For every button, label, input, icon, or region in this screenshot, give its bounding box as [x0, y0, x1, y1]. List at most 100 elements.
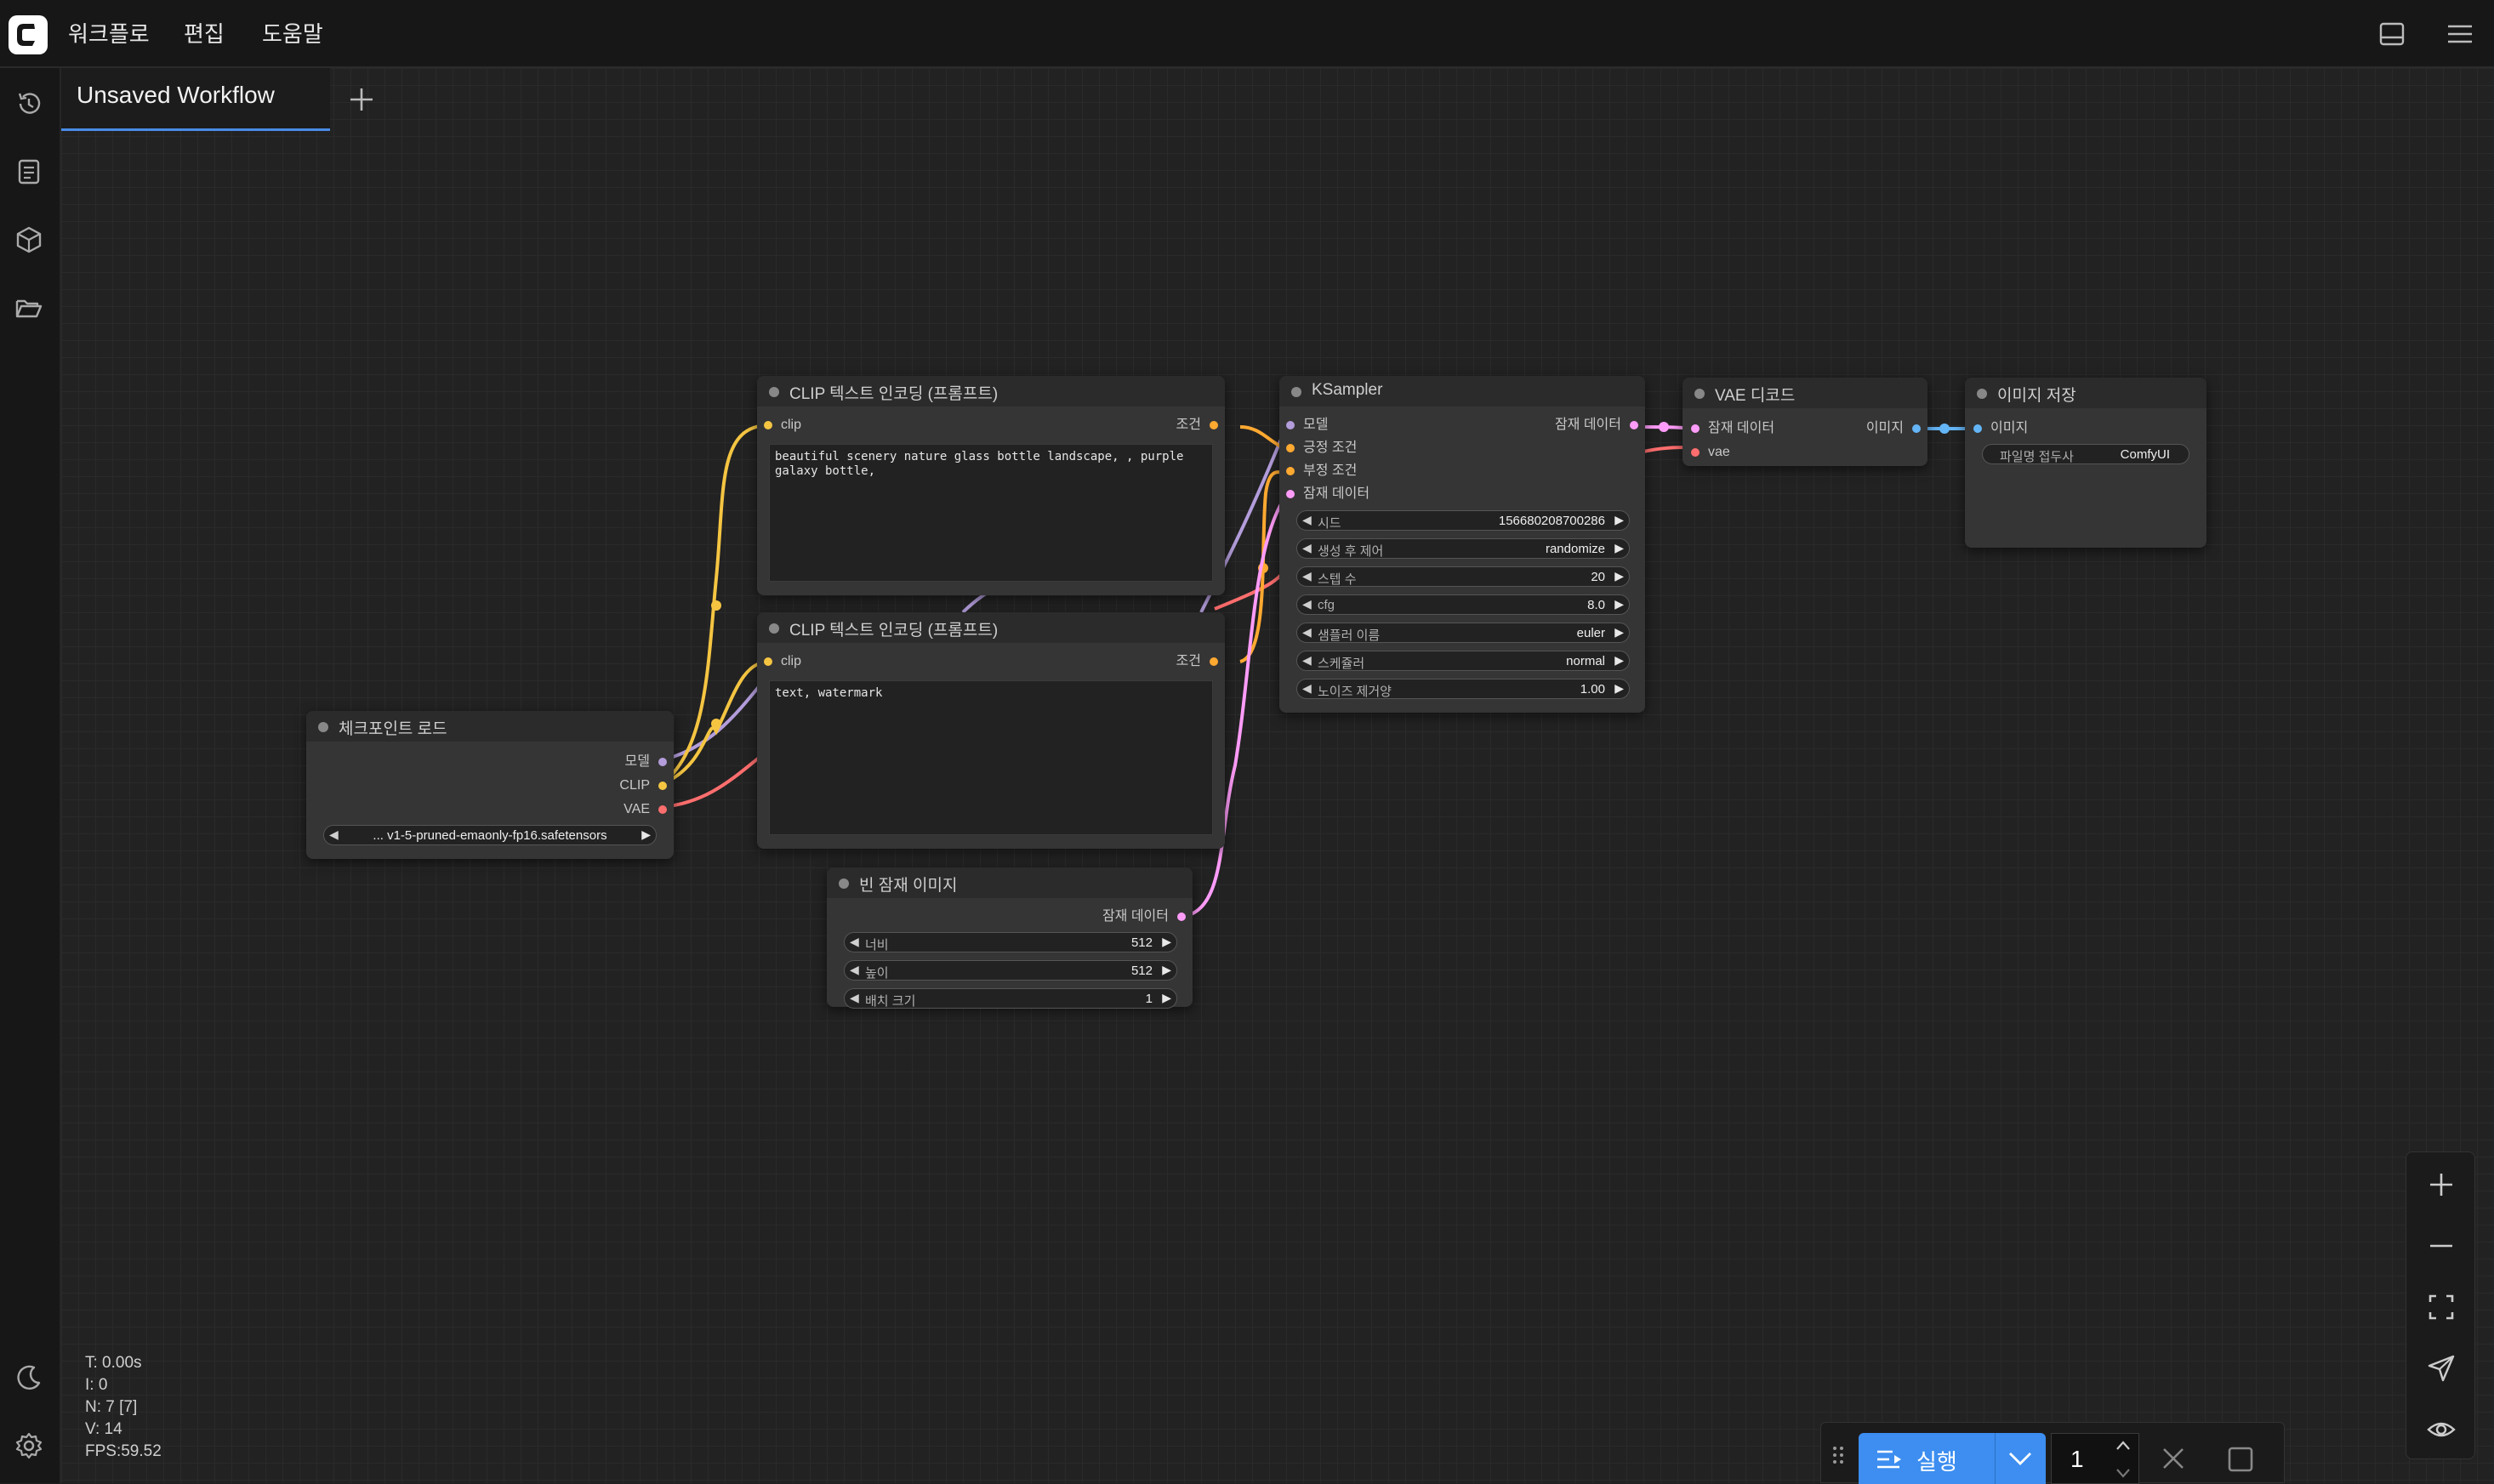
fit-view-icon[interactable] [2426, 1292, 2457, 1322]
slot-dot-icon[interactable] [1286, 444, 1295, 452]
slot-dot-icon[interactable] [1286, 421, 1295, 429]
arrow-left-icon[interactable]: ◀ [1302, 653, 1312, 668]
node-checkpoint-loader[interactable]: 체크포인트 로드 모델 CLIP VAE ◀ ... v1-5-pruned-e… [306, 711, 674, 859]
theme-moon-icon[interactable] [14, 1362, 44, 1393]
slot-dot-icon[interactable] [764, 421, 772, 429]
slot-dot-icon[interactable] [1286, 490, 1295, 498]
input-slot-clip[interactable]: clip [764, 417, 801, 434]
slot-dot-icon[interactable] [764, 657, 772, 666]
bottom-panel-toggle-icon[interactable] [2377, 19, 2407, 49]
arrow-right-icon[interactable]: ▶ [1162, 935, 1171, 949]
select-pointer-icon[interactable] [2426, 1353, 2457, 1384]
widget-seed[interactable]: ◀ 시드 156680208700286 ▶ [1296, 510, 1630, 531]
arrow-left-icon[interactable]: ◀ [1302, 597, 1312, 611]
increment-chevron-up-icon[interactable] [2115, 1439, 2132, 1453]
widget-steps[interactable]: ◀ 스텝 수 20 ▶ [1296, 566, 1630, 587]
arrow-left-icon[interactable]: ◀ [850, 991, 859, 1005]
slot-dot-icon[interactable] [1630, 421, 1638, 429]
input-slot-latent[interactable]: 잠재 데이터 [1286, 486, 1369, 503]
node-vae-decode[interactable]: VAE 디코드 잠재 데이터 vae 이미지 [1683, 378, 1927, 466]
widget-filename-prefix[interactable]: 파일명 접두사 ComfyUI [1982, 444, 2189, 464]
node-title-bar[interactable]: VAE 디코드 [1683, 378, 1927, 408]
decrement-chevron-down-icon[interactable] [2115, 1466, 2132, 1480]
collapse-dot-icon[interactable] [1977, 389, 1987, 399]
collapse-dot-icon[interactable] [1694, 389, 1705, 399]
collapse-dot-icon[interactable] [769, 387, 779, 397]
toggle-link-visibility-eye-icon[interactable] [2426, 1414, 2457, 1445]
arrow-left-icon[interactable]: ◀ [1302, 541, 1312, 555]
node-title-bar[interactable]: KSampler [1279, 376, 1645, 407]
arrow-left-icon[interactable]: ◀ [850, 935, 859, 949]
node-title-bar[interactable]: CLIP 텍스트 인코딩 (프롬프트) [757, 612, 1225, 643]
widget-scheduler[interactable]: ◀ 스케쥴러 normal ▶ [1296, 651, 1630, 671]
cancel-close-icon[interactable] [2160, 1445, 2187, 1472]
slot-dot-icon[interactable] [658, 782, 667, 790]
node-title-bar[interactable]: 체크포인트 로드 [306, 711, 674, 742]
node-save-image[interactable]: 이미지 저장 이미지 파일명 접두사 ComfyUI [1965, 378, 2206, 548]
run-mode-chevron-down-icon[interactable] [2007, 1447, 2034, 1470]
input-slot-positive[interactable]: 긍정 조건 [1286, 440, 1357, 457]
widget-control-after-generate[interactable]: ◀ 생성 후 제어 randomize ▶ [1296, 538, 1630, 559]
zoom-out-minus-icon[interactable] [2426, 1231, 2457, 1261]
settings-gear-icon[interactable] [14, 1430, 44, 1461]
arrow-left-icon[interactable]: ◀ [1302, 513, 1312, 527]
slot-dot-icon[interactable] [1210, 657, 1218, 666]
input-slot-clip[interactable]: clip [764, 653, 801, 670]
menu-workflow[interactable]: 워크플로 [68, 19, 150, 49]
zoom-in-plus-icon[interactable] [2426, 1169, 2457, 1200]
arrow-right-icon[interactable]: ▶ [1614, 541, 1624, 555]
arrow-right-icon[interactable]: ▶ [1162, 963, 1171, 977]
arrow-right-icon[interactable]: ▶ [1614, 681, 1624, 696]
node-library-icon[interactable] [14, 156, 44, 187]
arrow-right-icon[interactable]: ▶ [1614, 597, 1624, 611]
input-slot-latent[interactable]: 잠재 데이터 [1691, 420, 1774, 437]
node-clip-text-encode-negative[interactable]: CLIP 텍스트 인코딩 (프롬프트) clip 조건 text, waterm… [757, 612, 1225, 849]
graph-canvas[interactable]: Unsaved Workflow CLIP 텍스트 인코딩 (프롬프트) cli… [61, 68, 2494, 1483]
prompt-textarea[interactable]: text, watermark [769, 680, 1213, 835]
workflows-folder-icon[interactable] [14, 293, 44, 323]
comfyui-logo-icon[interactable] [9, 15, 48, 54]
node-clip-text-encode-positive[interactable]: CLIP 텍스트 인코딩 (프롬프트) clip 조건 beautiful sc… [757, 376, 1225, 595]
hamburger-menu-icon[interactable] [2445, 19, 2475, 49]
output-slot-latent[interactable]: 잠재 데이터 [1102, 908, 1186, 925]
slot-dot-icon[interactable] [1912, 424, 1921, 433]
output-slot-conditioning[interactable]: 조건 [1176, 653, 1218, 670]
node-title-bar[interactable]: 빈 잠재 이미지 [827, 867, 1193, 898]
node-ksampler[interactable]: KSampler 모델 긍정 조건 부정 조건 잠재 데이터 잠재 데이터 ◀ 시… [1279, 376, 1645, 713]
slot-dot-icon[interactable] [1691, 424, 1700, 433]
menu-edit[interactable]: 편집 [184, 19, 225, 49]
arrow-right-icon[interactable]: ▶ [1614, 569, 1624, 583]
drag-handle-icon[interactable] [1831, 1445, 1845, 1465]
slot-dot-icon[interactable] [658, 758, 667, 766]
collapse-dot-icon[interactable] [1291, 387, 1301, 397]
output-slot-model[interactable]: 모델 [625, 753, 667, 770]
arrow-left-icon[interactable]: ◀ [1302, 569, 1312, 583]
widget-width[interactable]: ◀ 너비 512 ▶ [844, 932, 1177, 952]
output-slot-image[interactable]: 이미지 [1866, 420, 1921, 437]
node-empty-latent-image[interactable]: 빈 잠재 이미지 잠재 데이터 ◀ 너비 512 ▶ ◀ 높이 512 ▶ ◀ 배치 크기 1 ▶ [827, 867, 1193, 1009]
output-slot-clip[interactable]: CLIP [619, 777, 667, 794]
model-library-cube-icon[interactable] [14, 225, 44, 255]
widget-denoise[interactable]: ◀ 노이즈 제거양 1.00 ▶ [1296, 679, 1630, 699]
arrow-right-icon[interactable]: ▶ [1162, 991, 1171, 1005]
queue-history-icon[interactable] [14, 88, 44, 119]
output-slot-conditioning[interactable]: 조건 [1176, 417, 1218, 434]
collapse-dot-icon[interactable] [769, 623, 779, 634]
slot-dot-icon[interactable] [1177, 913, 1186, 921]
arrow-right-icon[interactable]: ▶ [641, 827, 651, 842]
widget-sampler-name[interactable]: ◀ 샘플러 이름 euler ▶ [1296, 623, 1630, 643]
arrow-left-icon[interactable]: ◀ [1302, 681, 1312, 696]
slot-dot-icon[interactable] [658, 805, 667, 814]
node-title-bar[interactable]: 이미지 저장 [1965, 378, 2206, 408]
batch-count-stepper[interactable]: 1 [2051, 1433, 2139, 1484]
input-slot-negative[interactable]: 부정 조건 [1286, 463, 1357, 480]
menu-help[interactable]: 도움말 [262, 19, 323, 49]
widget-batch-size[interactable]: ◀ 배치 크기 1 ▶ [844, 988, 1177, 1009]
arrow-left-icon[interactable]: ◀ [850, 963, 859, 977]
slot-dot-icon[interactable] [1973, 424, 1982, 433]
slot-dot-icon[interactable] [1691, 448, 1700, 457]
slot-dot-icon[interactable] [1210, 421, 1218, 429]
arrow-left-icon[interactable]: ◀ [1302, 625, 1312, 640]
output-slot-vae[interactable]: VAE [624, 801, 667, 818]
slot-dot-icon[interactable] [1286, 467, 1295, 475]
